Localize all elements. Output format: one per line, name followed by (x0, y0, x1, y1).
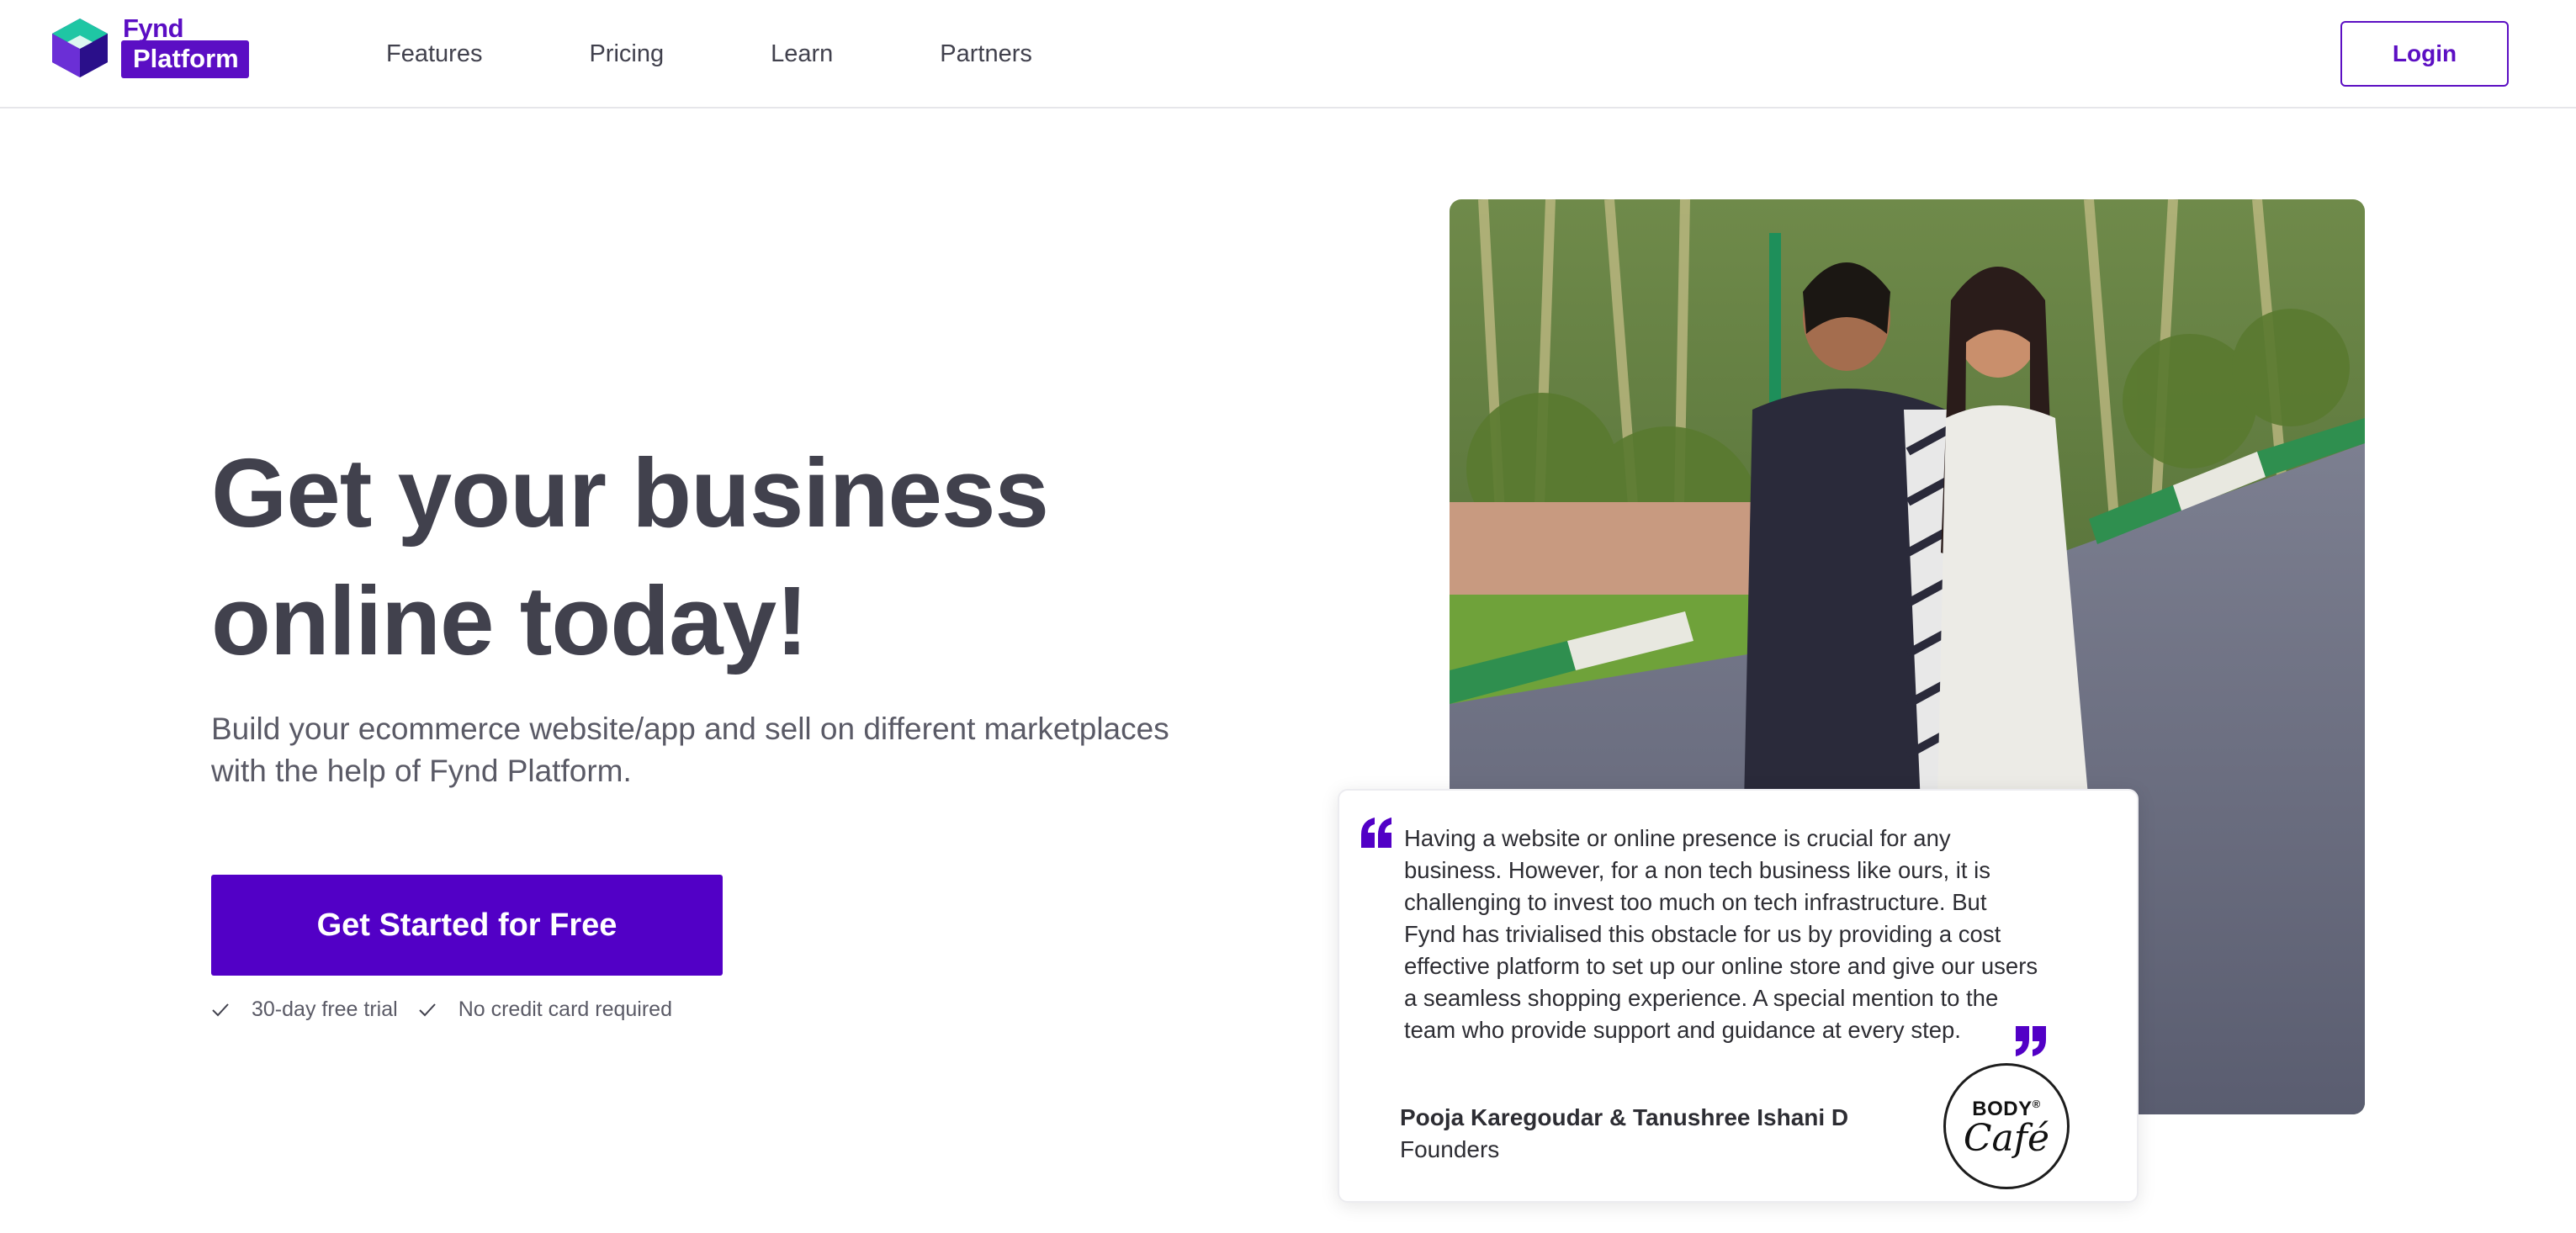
login-button[interactable]: Login (2340, 21, 2509, 87)
check-icon (418, 1003, 436, 1016)
main-nav: Features Pricing Learn Partners (386, 0, 1032, 108)
fynd-platform-logo[interactable]: Fynd Platform (49, 13, 268, 82)
testimonial-author: Pooja Karegoudar & Tanushree Ishani D (1400, 1104, 1849, 1130)
get-started-button[interactable]: Get Started for Free (211, 875, 723, 976)
quote-line: Having a website or online presence is c… (1404, 825, 1951, 851)
feature-free-trial: 30-day free trial (211, 998, 398, 1022)
quote-line: effective platform to set up our online … (1404, 953, 2038, 979)
quote-open-icon (1361, 818, 1391, 848)
feature-no-card-label: No credit card required (458, 998, 672, 1021)
logo-brand-text: Fynd (123, 13, 184, 43)
quote-line: Fynd has trivialised this obstacle for u… (1404, 921, 2001, 947)
testimonial-card: Having a website or online presence is c… (1338, 789, 2139, 1203)
badge-bottom-text: Café (1963, 1117, 2050, 1160)
logo-product-badge: Platform (121, 40, 249, 78)
quote-line: a seamless shopping experience. A specia… (1404, 985, 1999, 1011)
nav-learn[interactable]: Learn (771, 40, 833, 68)
testimonial-role: Founders (1400, 1136, 1500, 1162)
nav-features[interactable]: Features (386, 40, 482, 68)
nav-partners[interactable]: Partners (940, 40, 1032, 68)
body-cafe-logo: BODY® Café (1943, 1063, 2070, 1189)
quote-line: team who provide support and guidance at… (1404, 1017, 1961, 1043)
check-icon (212, 1003, 229, 1016)
quote-close-icon (2016, 1026, 2046, 1056)
badge-top-text: BODY® (1972, 1098, 2041, 1120)
feature-free-trial-label: 30-day free trial (252, 998, 398, 1021)
hero-headline: Get your business online today! (211, 429, 1305, 685)
cta-features: 30-day free trial No credit card require… (211, 998, 692, 1022)
hero-subtitle-line-2: with the help of Fynd Platform. (211, 754, 632, 788)
hero-subtitle: Build your ecommerce website/app and sel… (211, 708, 1271, 792)
hero-headline-line-1: Get your business (211, 438, 1049, 548)
top-navbar: Fynd Platform Features Pricing Learn Par… (0, 0, 2576, 108)
quote-line: business. However, for a non tech busine… (1404, 857, 1991, 883)
hero-subtitle-line-1: Build your ecommerce website/app and sel… (211, 712, 1169, 746)
quote-line: challenging to invest too much on tech i… (1404, 889, 1987, 915)
fynd-logo-icon (52, 19, 108, 77)
testimonial-quote: Having a website or online presence is c… (1404, 823, 2111, 1046)
feature-no-card: No credit card required (418, 998, 672, 1022)
nav-pricing[interactable]: Pricing (589, 40, 664, 68)
hero-headline-line-2: online today! (211, 566, 808, 675)
